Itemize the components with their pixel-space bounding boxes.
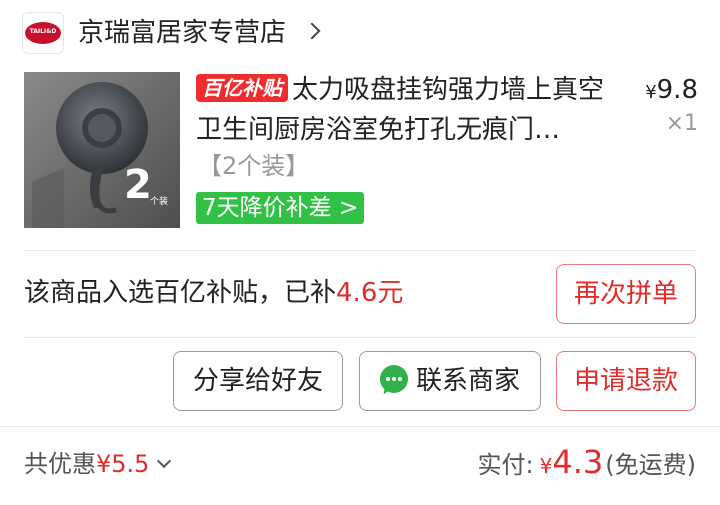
product-spec: 【2个装】 (198, 152, 310, 180)
product-title-block[interactable]: 百亿补贴 太力吸盘挂钩强力墙上真空卫生间厨房浴室免打孔无痕门… (196, 70, 621, 150)
paid-amount: 4.3 (552, 443, 604, 481)
share-button[interactable]: 分享给好友 (173, 351, 343, 411)
footer-divider (0, 426, 720, 427)
divider (24, 337, 696, 338)
reorder-button[interactable]: 再次拼单 (556, 264, 696, 324)
store-header[interactable]: TAILI&D 京瑞富居家专营店 (0, 0, 720, 70)
divider (24, 250, 696, 251)
paid-label: 实付: (477, 451, 534, 479)
discount-amount: ¥5.5 (96, 450, 150, 478)
price-protection-tag[interactable]: 7天降价补差 > (196, 192, 365, 224)
chat-bubble-icon (379, 365, 408, 393)
subsidy-amount: 4.6元 (336, 278, 404, 308)
chevron-right-icon[interactable] (303, 22, 321, 40)
contact-merchant-button[interactable]: 联系商家 (359, 351, 541, 411)
subsidy-text: 该商品入选百亿补贴，已补 (24, 278, 337, 308)
store-name[interactable]: 京瑞富居家专营店 (78, 15, 286, 51)
paid-summary: 实付: ¥4.3(免运费) (478, 442, 696, 486)
subsidy-info: 该商品入选百亿补贴，已补4.6元 (24, 274, 403, 312)
chevron-right-icon: > (331, 195, 359, 221)
price-value: 9.8 (656, 75, 698, 105)
price-protection-label: 7天降价补差 (202, 195, 332, 221)
thumb-unit: 个装 (150, 195, 168, 207)
paid-currency: ¥ (539, 454, 553, 478)
store-logo-text: TAILI&D (29, 28, 57, 35)
discount-summary[interactable]: 共优惠¥5.5 (24, 446, 172, 482)
discount-label: 共优惠 (24, 450, 96, 478)
refund-button[interactable]: 申请退款 (556, 351, 696, 411)
chevron-down-icon (157, 453, 172, 469)
price-symbol: ¥ (645, 82, 657, 103)
contact-merchant-label: 联系商家 (415, 366, 520, 396)
store-logo: TAILI&D (22, 12, 64, 54)
shipping-note: (免运费) (605, 451, 696, 479)
thumb-count: 2 (124, 162, 152, 208)
subsidy-badge: 百亿补贴 (196, 74, 288, 102)
product-thumbnail[interactable]: 2 个装 (24, 72, 180, 228)
product-quantity: ×1 (665, 111, 698, 136)
